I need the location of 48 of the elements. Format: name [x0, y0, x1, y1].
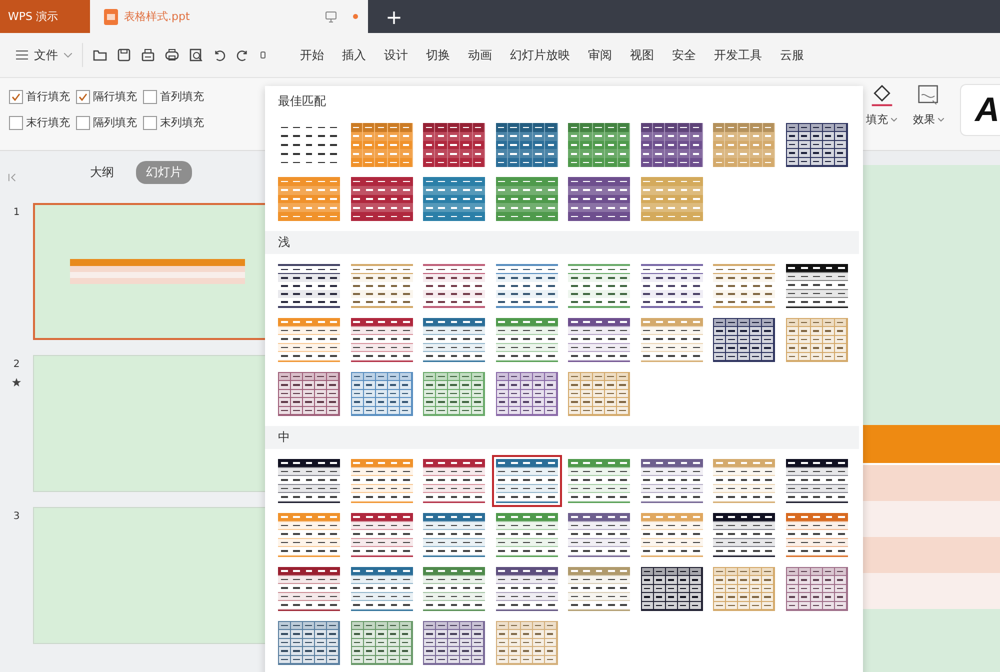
table-option-checkbox[interactable]: 末行填充	[9, 115, 70, 130]
section-heading: 最佳匹配	[278, 94, 326, 108]
text-style-button[interactable]: A	[960, 84, 1000, 136]
menu-tab[interactable]: 设计	[375, 42, 417, 68]
table-option-checkbox[interactable]: 首行填充	[9, 89, 70, 104]
redo-icon[interactable]	[236, 48, 249, 62]
table-style-thumbnail[interactable]	[492, 455, 562, 507]
menu-tab[interactable]: 审阅	[579, 42, 621, 68]
menu-tab[interactable]: 幻灯片放映	[501, 42, 579, 68]
menu-tab[interactable]: 视图	[621, 42, 663, 68]
menu-tab[interactable]: 动画	[459, 42, 501, 68]
table-option-checkbox[interactable]: 末列填充	[143, 115, 204, 130]
document-title: 表格样式.ppt	[124, 9, 191, 24]
save-icon[interactable]	[117, 48, 131, 62]
file-menu[interactable]: 文件	[16, 46, 72, 64]
slide-number: 3	[13, 511, 20, 522]
panel-tab[interactable]: 大纲	[80, 160, 124, 184]
menu-tab[interactable]: 插入	[333, 42, 375, 68]
document-icon	[104, 8, 118, 24]
menu-icon	[16, 50, 28, 60]
new-tab-button[interactable]: +	[368, 0, 420, 33]
effect-button[interactable]: 效果	[913, 84, 944, 127]
section-heading: 浅	[278, 235, 290, 249]
printer-icon[interactable]	[165, 48, 179, 62]
caret-icon	[938, 118, 944, 122]
export-icon[interactable]	[141, 48, 155, 62]
fill-button[interactable]: 填充	[866, 84, 897, 127]
monitor-icon[interactable]	[325, 10, 337, 22]
menu-tab[interactable]: 安全	[663, 42, 705, 68]
menu-tab[interactable]: 开始	[291, 42, 333, 68]
slide-number: 1	[13, 207, 20, 218]
caret-icon	[891, 118, 897, 122]
preview-icon[interactable]	[189, 48, 203, 62]
more-icon[interactable]	[259, 50, 267, 60]
section-heading: 中	[278, 430, 290, 444]
table-option-checkbox[interactable]: 隔行填充	[76, 89, 137, 104]
slide-number: 2	[13, 359, 20, 370]
menu-tab[interactable]: 开发工具	[705, 42, 771, 68]
folder-icon[interactable]	[93, 48, 107, 62]
table-option-checkbox[interactable]: 首列填充	[143, 89, 204, 104]
table-option-checkbox[interactable]: 隔列填充	[76, 115, 137, 130]
menu-tab[interactable]: 切换	[417, 42, 459, 68]
checkmark-icon	[11, 92, 21, 102]
undo-icon[interactable]	[213, 48, 226, 62]
caret-icon	[64, 52, 72, 58]
app-tab[interactable]: WPS 演示	[0, 0, 90, 33]
menu-tab[interactable]: 云服	[771, 42, 813, 68]
checkmark-icon	[78, 92, 88, 102]
